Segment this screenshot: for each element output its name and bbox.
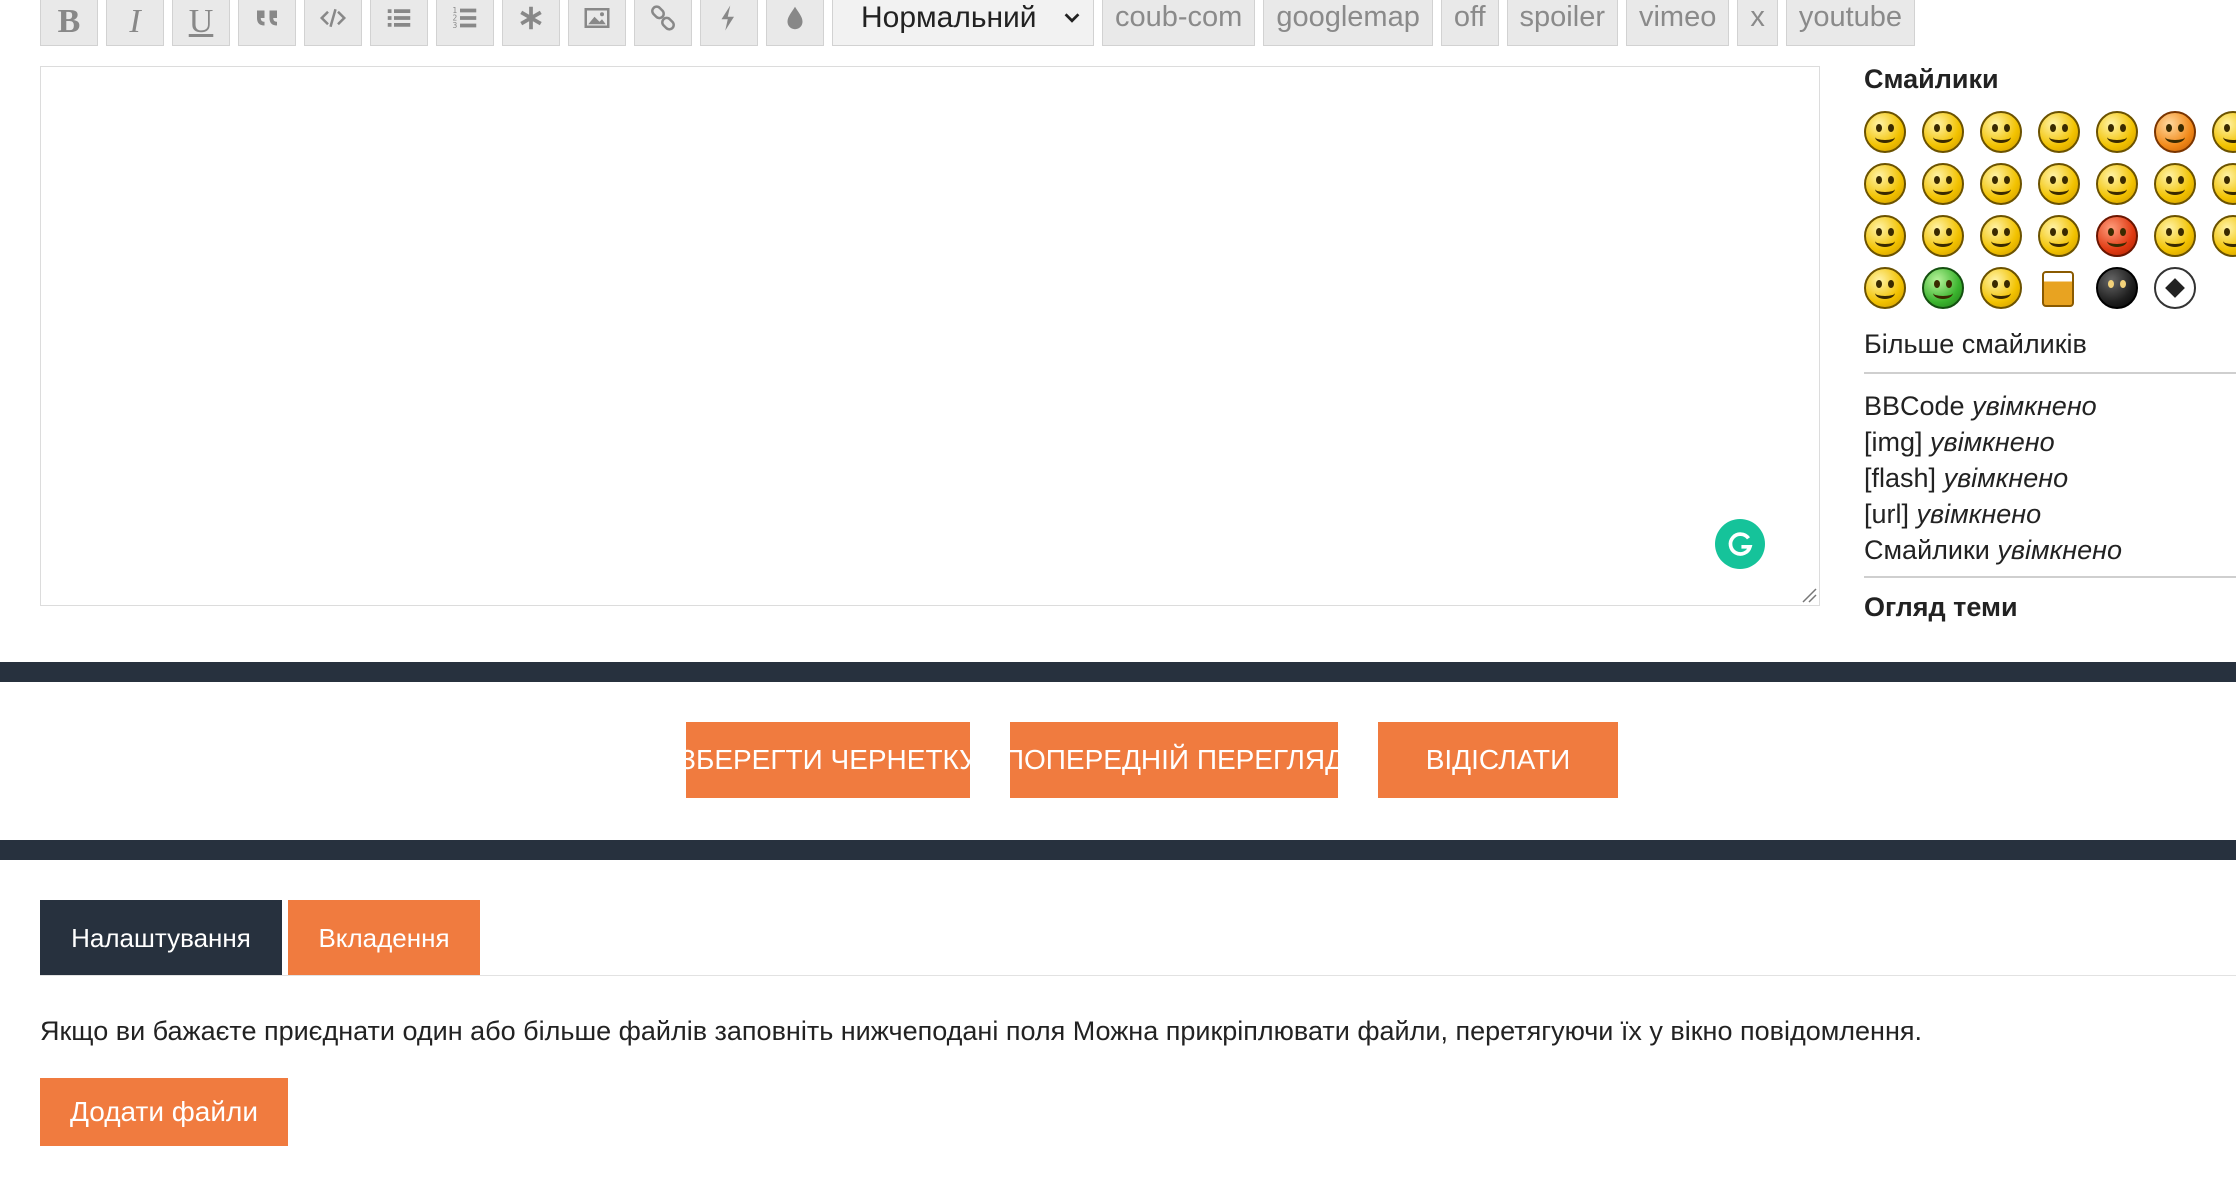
- color-button[interactable]: [766, 0, 824, 46]
- embarrassed-icon[interactable]: [2154, 111, 2196, 153]
- italic-button[interactable]: I: [106, 0, 164, 46]
- dizzy-icon[interactable]: [1922, 215, 1964, 257]
- bbcode-toolbar: B I U 123 Нормальний coub-com googlemap …: [40, 0, 1923, 48]
- flash-icon: [721, 5, 734, 30]
- rolleyes-icon[interactable]: [1864, 163, 1906, 205]
- add-files-button[interactable]: Додати файли: [40, 1078, 288, 1146]
- underline-button[interactable]: U: [172, 0, 230, 46]
- tab-settings[interactable]: Налаштування: [40, 900, 282, 976]
- code-icon: [319, 8, 347, 27]
- facepalm-icon[interactable]: [1980, 267, 2022, 309]
- numbered-list-icon: 123: [453, 6, 477, 30]
- resize-handle-icon[interactable]: [1799, 585, 1817, 603]
- flash-status-label: [flash]: [1864, 463, 1937, 493]
- url-status: [url] увімкнено: [1864, 496, 2236, 532]
- submit-button[interactable]: ВІДІСЛАТИ: [1378, 722, 1618, 798]
- code-button[interactable]: [304, 0, 362, 46]
- tag-spoiler-button[interactable]: spoiler: [1506, 0, 1618, 46]
- quote-button[interactable]: [238, 0, 296, 46]
- posting-sidebar: Смайлики Більше смайликів BBCode увімкне…: [1864, 64, 2236, 623]
- attachments-help-text: Якщо ви бажаєте приєднати один або більш…: [40, 1016, 1922, 1046]
- image-button[interactable]: [568, 0, 626, 46]
- numbered-list-button[interactable]: 123: [436, 0, 494, 46]
- unhappy-icon[interactable]: [1864, 267, 1906, 309]
- soccer-ball-icon[interactable]: [2154, 267, 2196, 309]
- url-status-value: увімкнено: [1916, 499, 2042, 529]
- bulleted-list-icon: [387, 8, 411, 27]
- sick-icon[interactable]: [1922, 267, 1964, 309]
- grammarly-button[interactable]: [1715, 519, 1765, 569]
- bulleted-list-button[interactable]: [370, 0, 428, 46]
- beer-icon[interactable]: [2042, 271, 2074, 307]
- message-textarea[interactable]: [40, 66, 1820, 606]
- cool-icon[interactable]: [1980, 163, 2022, 205]
- link-button[interactable]: [634, 0, 692, 46]
- bbcode-status: BBCode увімкнено: [1864, 388, 2236, 424]
- bold-icon: B: [57, 2, 81, 40]
- smile-icon[interactable]: [1864, 111, 1906, 153]
- image-icon: [584, 7, 610, 28]
- svg-text:3: 3: [453, 21, 458, 30]
- chevron-down-icon: [1064, 12, 1080, 23]
- grin-icon[interactable]: [1922, 111, 1964, 153]
- smiley-grid: [1864, 111, 2236, 309]
- tag-off-button[interactable]: off: [1440, 0, 1499, 46]
- crying-icon[interactable]: [2154, 215, 2196, 257]
- img-status-value: увімкнено: [1930, 427, 2055, 457]
- tag-vimeo-button[interactable]: vimeo: [1625, 0, 1730, 46]
- flash-button[interactable]: [700, 0, 758, 46]
- tag-coub-com-button[interactable]: coub-com: [1102, 0, 1256, 46]
- confused-icon[interactable]: [2096, 111, 2138, 153]
- sad-icon[interactable]: [2154, 163, 2196, 205]
- grammarly-icon: [1728, 532, 1753, 556]
- smileys-status: Смайлики увімкнено: [1864, 532, 2236, 568]
- font-size-value: Нормальний: [861, 0, 1037, 34]
- flash-status-value: увімкнено: [1943, 463, 2069, 493]
- flash-status: [flash] увімкнено: [1864, 460, 2236, 496]
- wink-icon[interactable]: [2038, 111, 2080, 153]
- bold-button[interactable]: B: [40, 0, 98, 46]
- lol-icon[interactable]: [2038, 215, 2080, 257]
- surprised-icon[interactable]: [2096, 163, 2138, 205]
- topic-review-link[interactable]: Огляд теми: [1864, 592, 2236, 623]
- img-status-label: [img]: [1864, 427, 1923, 457]
- posting-page: B I U 123 Нормальний coub-com googlemap …: [0, 0, 2236, 1184]
- smileys-title: Смайлики: [1864, 64, 1999, 94]
- bbcode-status-value: увімкнено: [1972, 391, 2097, 421]
- color-icon: [787, 6, 803, 29]
- tag-googlemap-button[interactable]: googlemap: [1263, 0, 1433, 46]
- preview-button[interactable]: ПОПЕРЕДНІЙ ПЕРЕГЛЯД: [1010, 722, 1338, 798]
- tab-attachments[interactable]: Вкладення: [288, 900, 480, 976]
- link-icon: [651, 4, 675, 31]
- worried-icon[interactable]: [2212, 215, 2236, 257]
- hmm-icon[interactable]: [1922, 163, 1964, 205]
- mad-icon[interactable]: [2096, 215, 2138, 257]
- bbcode-status-list: BBCode увімкнено [img] увімкнено [flash]…: [1864, 388, 2236, 578]
- quote-icon: [257, 10, 277, 25]
- tongue-icon[interactable]: [2038, 163, 2080, 205]
- underline-icon: U: [188, 2, 214, 40]
- laugh-icon[interactable]: [1980, 111, 2022, 153]
- angel-icon[interactable]: [2212, 111, 2236, 153]
- ninja-icon[interactable]: [2096, 267, 2138, 309]
- smileys-status-value: увімкнено: [1997, 535, 2123, 565]
- smileys-status-label: Смайлики: [1864, 535, 1990, 565]
- shocked-icon[interactable]: [1864, 215, 1906, 257]
- tag-x-button[interactable]: x: [1737, 0, 1778, 46]
- bbcode-status-label: BBCode: [1864, 391, 1965, 421]
- italic-icon: I: [129, 2, 141, 40]
- divider-band: [0, 840, 2236, 860]
- tag-youtube-button[interactable]: youtube: [1785, 0, 1916, 46]
- list-item-button[interactable]: [502, 0, 560, 46]
- img-status: [img] увімкнено: [1864, 424, 2236, 460]
- more-smileys-link[interactable]: Більше смайликів: [1864, 329, 2236, 374]
- annoyed-icon[interactable]: [1980, 215, 2022, 257]
- url-status-label: [url]: [1864, 499, 1910, 529]
- tab-divider: [40, 975, 2236, 976]
- list-item-icon: [520, 6, 542, 29]
- divider-band: [0, 662, 2236, 682]
- neutral-icon[interactable]: [2212, 163, 2236, 205]
- save-draft-button[interactable]: ЗБЕРЕГТИ ЧЕРНЕТКУ: [686, 722, 970, 798]
- font-size-select[interactable]: Нормальний: [832, 0, 1094, 46]
